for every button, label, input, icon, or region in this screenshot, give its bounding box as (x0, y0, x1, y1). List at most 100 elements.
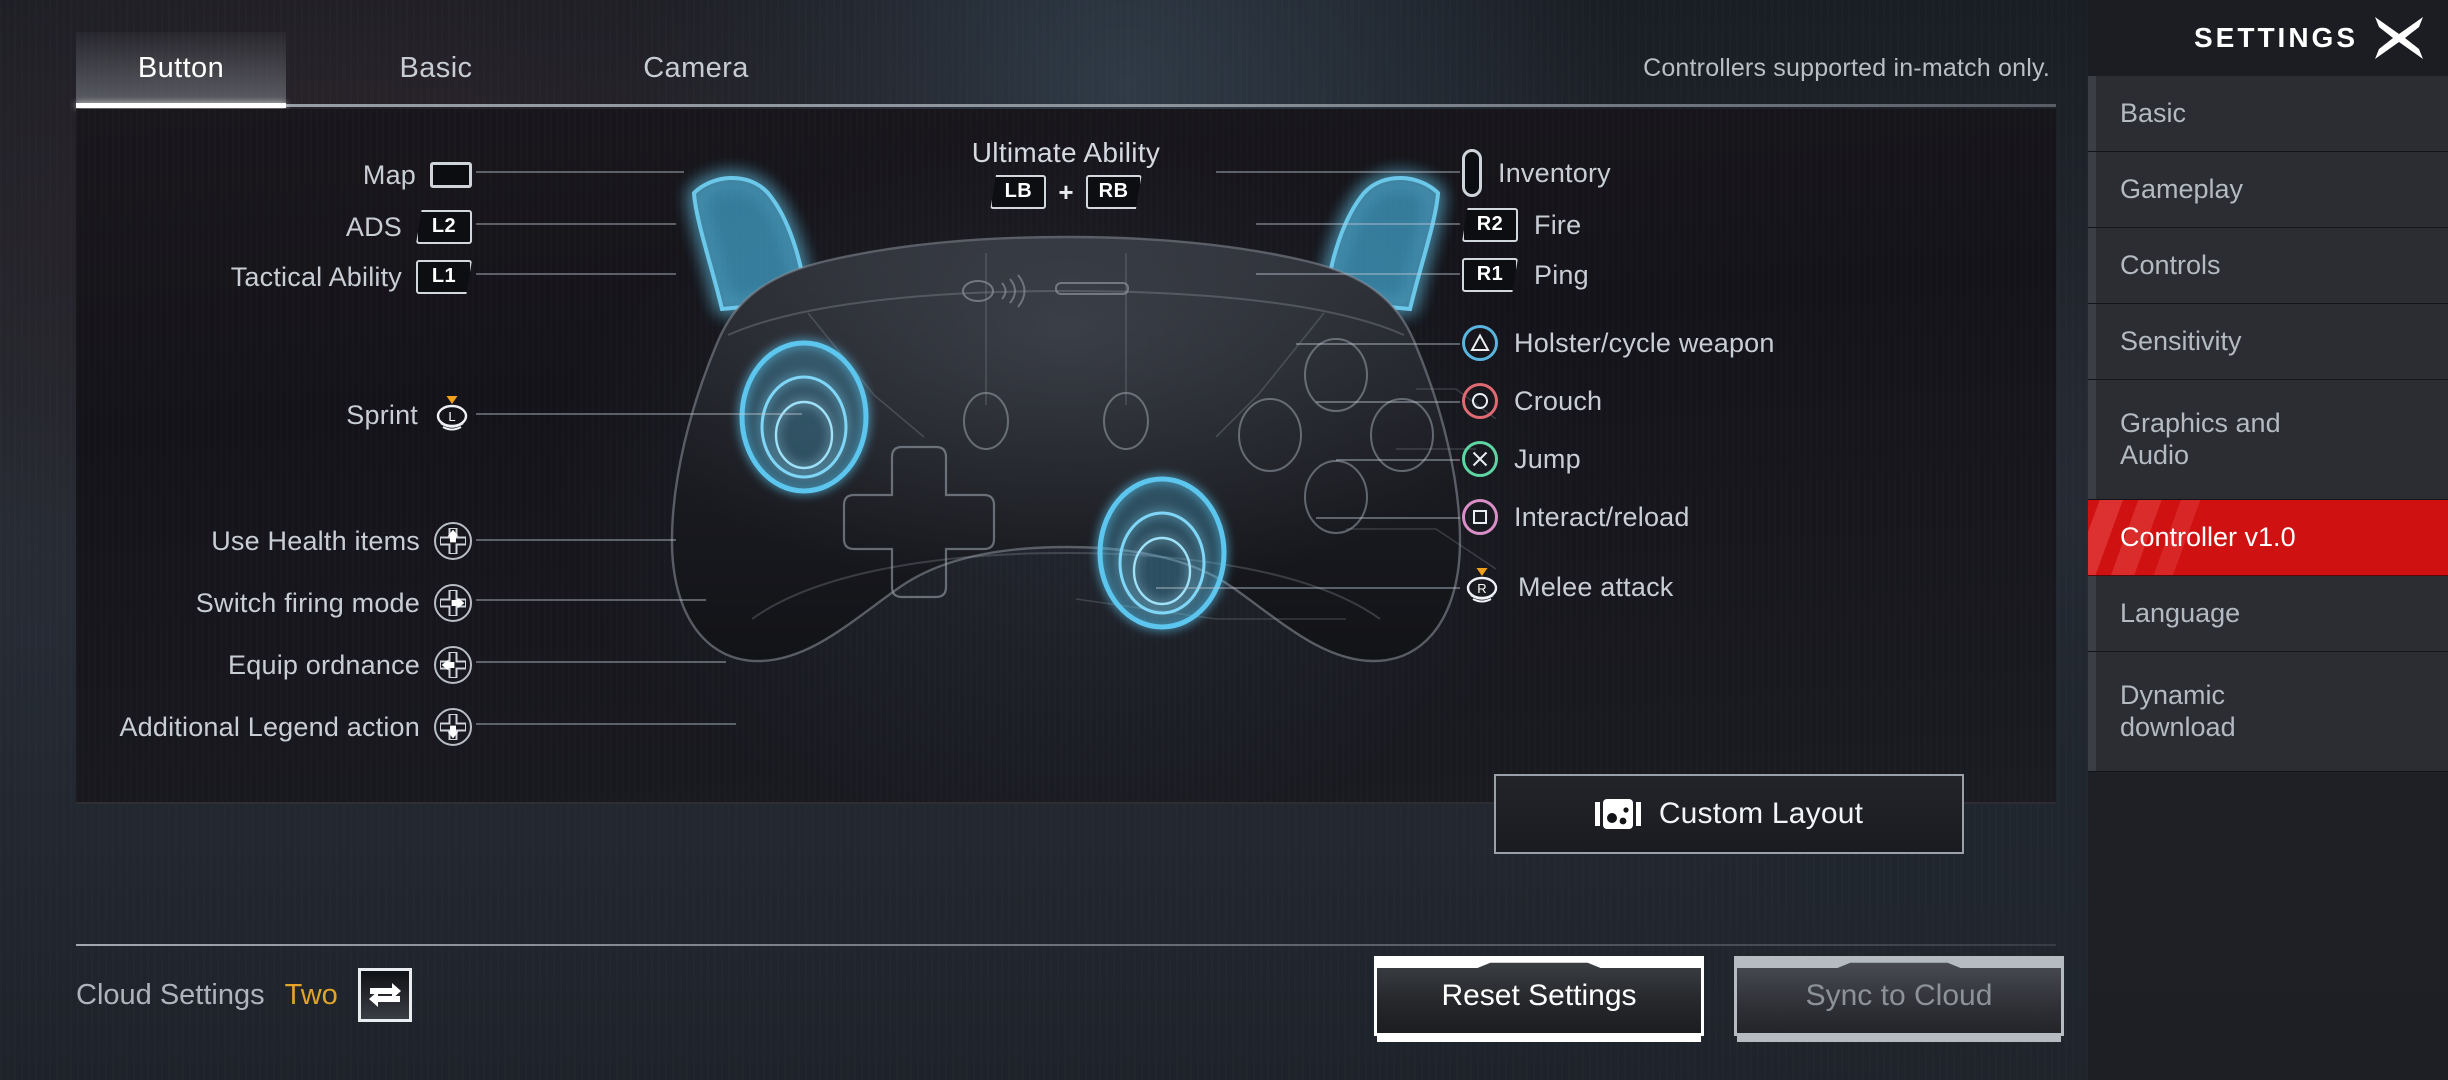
tab-camera[interactable]: Camera (606, 32, 786, 104)
active-tab-indicator (76, 103, 286, 108)
binding-row-left[interactable]: ADS L2 (76, 207, 472, 247)
tab-bar: Button Basic Camera Controllers supported … (76, 32, 2056, 108)
connector-line (1336, 459, 1460, 461)
binding-row-left[interactable]: Additional Legend action (76, 707, 472, 747)
triangle-button-icon (1462, 325, 1498, 361)
connector-line (1156, 587, 1460, 589)
sidebar-item-controller-v1-0[interactable]: Controller v1.0 (2088, 500, 2448, 576)
swap-arrows-icon (368, 983, 401, 1007)
button-top-notch (1737, 959, 2061, 968)
shoulder-button-badge: L1 (416, 260, 472, 294)
sidebar-item-graphics-and-audio[interactable]: Graphics and Audio (2088, 380, 2448, 500)
connector-line (1316, 401, 1460, 403)
binding-label: Interact/reload (1514, 501, 1690, 532)
connector-line (476, 413, 802, 415)
binding-label: Melee attack (1518, 571, 1674, 602)
connector-line (476, 539, 676, 541)
binding-label: Map (362, 159, 416, 190)
binding-label: Crouch (1514, 385, 1603, 416)
trapezoid-right-icon: L1 (416, 260, 472, 294)
binding-row-right[interactable]: R2 Fire (1462, 205, 1581, 245)
reset-settings-button[interactable]: Reset Settings (1374, 956, 1704, 1042)
sync-to-cloud-label: Sync to Cloud (1805, 979, 1993, 1012)
reset-settings-label: Reset Settings (1441, 979, 1637, 1012)
dpad-ring (434, 522, 472, 560)
face-button-ring (1462, 441, 1498, 477)
binding-label: Additional Legend action (119, 711, 420, 742)
sidebar-item-sensitivity[interactable]: Sensitivity (2088, 304, 2448, 380)
settings-sidebar: SETTINGS Basic Gameplay Controls Sensitivit… (2088, 0, 2448, 1080)
options-pill-shape (1462, 149, 1482, 197)
sync-to-cloud-button[interactable]: Sync to Cloud (1734, 956, 2064, 1042)
binding-label: Tactical Ability (230, 261, 402, 292)
sidebar-item-label: Gameplay (2120, 173, 2244, 204)
binding-row-right[interactable]: Interact/reload (1462, 497, 1690, 537)
sidebar-title: SETTINGS (2193, 22, 2358, 53)
sidebar-item-gameplay[interactable]: Gameplay (2088, 152, 2448, 228)
sidebar-item-basic[interactable]: Basic (2088, 76, 2448, 152)
circle-button-icon (1462, 383, 1498, 419)
binding-row-left[interactable]: Map (76, 155, 472, 195)
binding-row-right[interactable]: Holster/cycle weapon (1462, 323, 1775, 363)
tab-bar-underline (76, 104, 2056, 107)
connector-line (476, 599, 706, 601)
connector-line (476, 661, 726, 663)
binding-row-right[interactable]: Crouch (1462, 381, 1602, 421)
sidebar-item-label: Controller v1.0 (2120, 521, 2296, 552)
ultimate-plus-sign: + (1058, 176, 1074, 207)
dpad-up-icon (434, 522, 472, 560)
binding-label: Holster/cycle weapon (1514, 327, 1775, 358)
controller-diagram-area: Ultimate Ability LB + RB Map ADS L2 Tactica… (76, 109, 2056, 804)
stick-press-shape: L (432, 395, 472, 435)
dpad-right-icon (434, 584, 472, 622)
sidebar-item-dynamic-download[interactable]: Dynamic download (2088, 652, 2448, 772)
footer-divider (76, 944, 2056, 946)
close-x-icon[interactable] (2372, 15, 2426, 61)
tab-button[interactable]: Button (76, 32, 286, 104)
sidebar-header: SETTINGS (2088, 0, 2448, 79)
controller-settings-panel: Button Basic Camera Controllers supported … (76, 32, 2056, 912)
binding-row-right[interactable]: Jump (1462, 439, 1581, 479)
sidebar-item-label: Language (2120, 597, 2241, 628)
binding-row-left[interactable]: Equip ordnance (76, 645, 472, 685)
binding-row-left[interactable]: Tactical Ability L1 (76, 257, 472, 297)
connector-line (1296, 343, 1460, 345)
gamepad-icon (1594, 799, 1641, 829)
connector-line (1256, 273, 1460, 275)
binding-row-right[interactable]: R Melee attack (1462, 567, 1673, 607)
binding-label: Equip ordnance (228, 649, 420, 680)
tab-label: Button (137, 51, 225, 84)
svg-text:R: R (1477, 581, 1486, 596)
binding-row-left[interactable]: Use Health items (76, 521, 472, 561)
shoulder-button-badge: R2 (1462, 208, 1518, 242)
cloud-swap-button[interactable] (357, 968, 412, 1022)
sidebar-item-language[interactable]: Language (2088, 576, 2448, 652)
dpad-ring (434, 708, 472, 746)
binding-row-right[interactable]: Inventory (1462, 149, 1611, 197)
binding-label: Switch firing mode (195, 587, 420, 618)
connector-line (1256, 223, 1460, 225)
cloud-settings-value: Two (284, 978, 338, 1011)
binding-label: ADS (345, 211, 402, 242)
shoulder-button-badge: R1 (1462, 258, 1518, 292)
sidebar-item-label: Controls (2120, 249, 2221, 280)
connector-line (476, 723, 736, 725)
shoulder-button-badge: L2 (416, 210, 472, 244)
binding-row-right[interactable]: R1 Ping (1462, 255, 1589, 295)
binding-label: Use Health items (211, 525, 420, 556)
sidebar-item-controls[interactable]: Controls (2088, 228, 2448, 304)
connector-line (476, 273, 676, 275)
binding-row-left[interactable]: Switch firing mode (76, 583, 472, 623)
svg-text:L: L (448, 409, 455, 424)
cross-button-icon (1462, 441, 1498, 477)
binding-row-left[interactable]: Sprint L (76, 395, 472, 435)
options-pill-icon (1462, 149, 1482, 197)
ultimate-button-lb: LB (990, 175, 1047, 209)
dpad-ring (434, 646, 472, 684)
tab-basic[interactable]: Basic (346, 32, 526, 104)
connector-line (1316, 517, 1460, 519)
stick-press-shape: R (1462, 567, 1502, 607)
binding-label: Fire (1534, 209, 1582, 240)
custom-layout-button[interactable]: Custom Layout (1494, 774, 1964, 854)
touchpad-rect-shape (430, 162, 472, 188)
